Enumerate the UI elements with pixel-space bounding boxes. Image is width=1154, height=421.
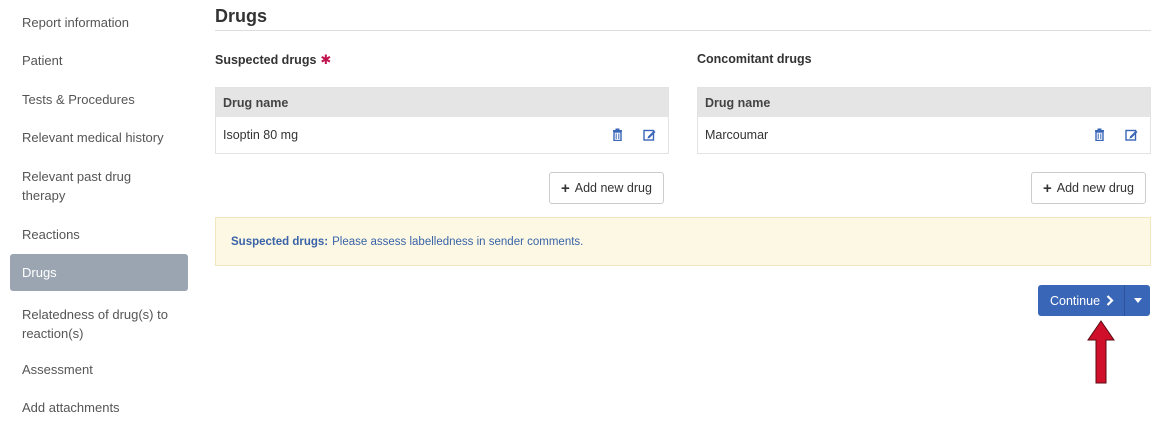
sidebar-item-reactions[interactable]: Reactions xyxy=(10,220,188,248)
sidebar-item-report-information[interactable]: Report information xyxy=(10,8,188,36)
alert-strong-text: Suspected drugs: xyxy=(231,235,329,248)
trash-icon[interactable] xyxy=(1094,128,1105,141)
sidebar-item-patient[interactable]: Patient xyxy=(10,46,188,74)
sidebar-item-drugs[interactable]: Drugs xyxy=(10,254,188,291)
add-suspected-drug-button[interactable]: + Add new drug xyxy=(549,172,664,204)
page-title: Drugs xyxy=(215,6,268,26)
sidebar-item-relatedness[interactable]: Relatedness of drug(s) to reaction(s) xyxy=(10,302,188,346)
continue-options-dropdown[interactable] xyxy=(1124,285,1151,316)
plus-icon: + xyxy=(561,179,570,197)
sidebar-item-add-attachments[interactable]: Add attachments xyxy=(10,393,188,421)
continue-split-button: Continue xyxy=(1038,285,1151,316)
sidebar-item-label: Report information xyxy=(22,14,129,30)
drug-name-cell: Isoptin 80 mg xyxy=(223,128,299,142)
chevron-right-icon xyxy=(1106,295,1114,306)
concomitant-drugs-heading: Concomitant drugs xyxy=(697,52,812,66)
table-row: Isoptin 80 mg xyxy=(216,117,668,153)
sidebar-item-label: Add attachments xyxy=(22,399,120,415)
sidebar-item-label: Relatedness of drug(s) to reaction(s) xyxy=(22,307,168,341)
suspected-drugs-label: Suspected drugs xyxy=(215,53,317,67)
labelledness-alert: Suspected drugs: Please assess labelledn… xyxy=(215,217,1151,266)
table-header-drug-name: Drug name xyxy=(698,88,1150,117)
sidebar-item-relevant-past-drug-therapy[interactable]: Relevant past drug therapy xyxy=(10,164,180,208)
continue-button[interactable]: Continue xyxy=(1038,285,1125,316)
table-row: Marcoumar xyxy=(698,117,1150,153)
up-arrow-icon xyxy=(1087,320,1115,384)
sidebar-item-label: Drugs xyxy=(22,265,57,280)
caret-down-icon xyxy=(1133,298,1142,303)
table-header-drug-name: Drug name xyxy=(216,88,668,117)
plus-icon: + xyxy=(1043,179,1052,197)
drug-name-cell: Marcoumar xyxy=(705,128,769,142)
sidebar-item-label: Reactions xyxy=(22,226,80,242)
sidebar-item-tests-procedures[interactable]: Tests & Procedures xyxy=(10,85,188,113)
edit-icon[interactable] xyxy=(1125,128,1138,141)
required-asterisk-icon: ✱ xyxy=(320,52,332,67)
row-actions xyxy=(612,128,656,141)
edit-icon[interactable] xyxy=(643,128,656,141)
sidebar-item-relevant-medical-history[interactable]: Relevant medical history xyxy=(10,123,188,151)
title-divider xyxy=(215,30,1151,31)
add-button-label: Add new drug xyxy=(1056,181,1134,195)
sidebar-item-assessment[interactable]: Assessment xyxy=(10,355,188,383)
row-actions xyxy=(1094,128,1138,141)
sidebar-item-label: Tests & Procedures xyxy=(22,91,135,107)
sidebar-item-label: Relevant past drug therapy xyxy=(22,169,132,203)
suspected-drugs-heading: Suspected drugs ✱ xyxy=(215,52,331,68)
add-button-label: Add new drug xyxy=(574,181,652,195)
alert-text: Please assess labelledness in sender com… xyxy=(332,235,584,248)
concomitant-drugs-table: Drug name Marcoumar xyxy=(697,87,1151,154)
add-concomitant-drug-button[interactable]: + Add new drug xyxy=(1031,172,1146,204)
sidebar-item-label: Patient xyxy=(22,52,63,68)
sidebar-item-label: Assessment xyxy=(22,361,93,377)
trash-icon[interactable] xyxy=(612,128,623,141)
continue-label: Continue xyxy=(1050,293,1101,308)
suspected-drugs-table: Drug name Isoptin 80 mg xyxy=(215,87,669,154)
sidebar-item-label: Relevant medical history xyxy=(22,129,164,145)
